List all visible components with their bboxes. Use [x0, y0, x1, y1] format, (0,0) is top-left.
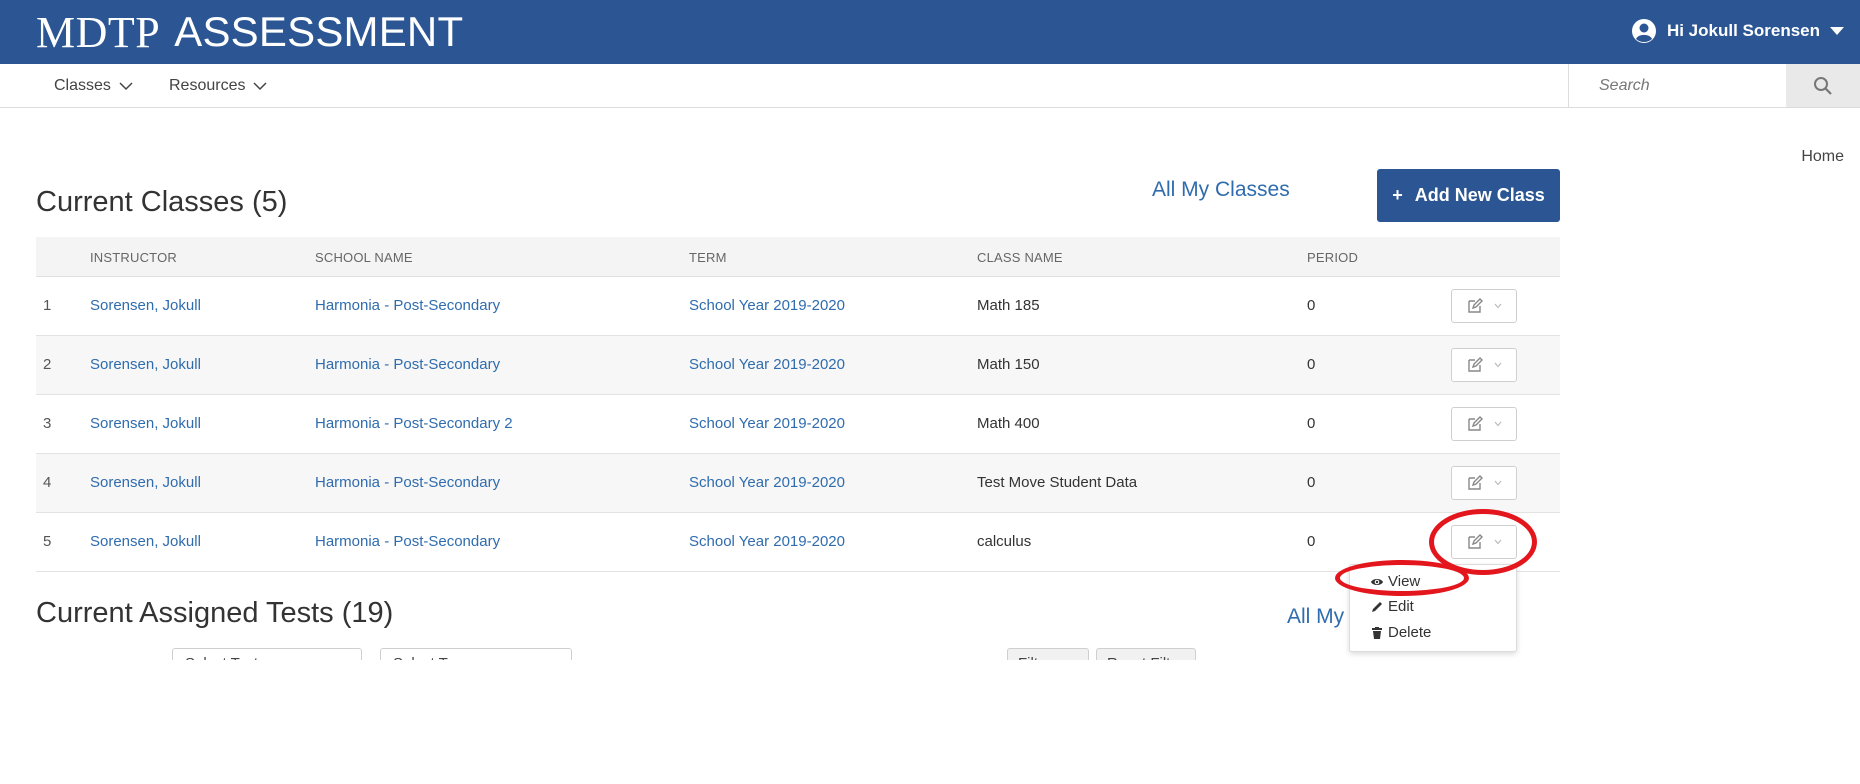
col-term[interactable]: TERM — [689, 250, 727, 265]
chevron-down-icon — [119, 82, 133, 91]
search-box — [1568, 64, 1860, 108]
school-link[interactable]: Harmonia - Post-Secondary 2 — [315, 415, 513, 432]
nav-classes-label: Classes — [54, 77, 111, 94]
brand-text-assessment: ASSESSMENT — [174, 8, 464, 55]
term-link[interactable]: School Year 2019-2020 — [689, 533, 845, 550]
all-my-tests-link[interactable]: All My — [1287, 605, 1344, 629]
row-number: 5 — [43, 533, 52, 550]
school-link[interactable]: Harmonia - Post-Secondary — [315, 474, 500, 491]
menu-item-view-label: View — [1388, 573, 1421, 590]
class-name: Test Move Student Data — [977, 474, 1138, 491]
col-instructor[interactable]: INSTRUCTOR — [90, 250, 177, 265]
period: 0 — [1307, 415, 1316, 432]
row-actions-button[interactable] — [1451, 466, 1517, 500]
user-menu[interactable]: Hi Jokull Sorensen — [1631, 18, 1844, 44]
add-new-class-label: Add New Class — [1414, 185, 1545, 205]
chevron-down-icon — [1494, 480, 1502, 486]
brand-text-mdtp: MDTP — [36, 7, 161, 57]
school-link[interactable]: Harmonia - Post-Secondary — [315, 356, 500, 373]
user-greeting: Hi Jokull Sorensen — [1666, 21, 1820, 40]
edit-icon — [1468, 357, 1483, 372]
chevron-down-icon — [1494, 362, 1502, 368]
chevron-down-icon — [1494, 421, 1502, 427]
trash-icon — [1372, 626, 1382, 639]
school-link[interactable]: Harmonia - Post-Secondary — [315, 533, 500, 550]
row-actions-menu: View Edit Delete — [1349, 564, 1517, 652]
brand-logo[interactable]: MDTP ASSESSMENT — [36, 6, 463, 58]
row-number: 3 — [43, 415, 52, 432]
period: 0 — [1307, 474, 1316, 491]
instructor-link[interactable]: Sorensen, Jokull — [90, 297, 201, 314]
bottom-cutoff — [0, 660, 1860, 784]
menu-item-delete-label: Delete — [1388, 624, 1432, 641]
period: 0 — [1307, 533, 1316, 550]
instructor-link[interactable]: Sorensen, Jokull — [90, 533, 201, 550]
class-name: calculus — [977, 533, 1032, 550]
table-row: 3 Sorensen, Jokull Harmonia - Post-Secon… — [36, 395, 1560, 454]
current-assigned-tests-title: Current Assigned Tests (19) — [36, 597, 394, 629]
col-class-name[interactable]: CLASS NAME — [977, 250, 1063, 265]
instructor-link[interactable]: Sorensen, Jokull — [90, 356, 201, 373]
add-new-class-button[interactable]: + Add New Class — [1377, 169, 1560, 222]
search-button[interactable] — [1786, 64, 1860, 107]
class-name: Math 150 — [977, 356, 1040, 373]
row-actions-button[interactable] — [1451, 407, 1517, 441]
col-period[interactable]: PERIOD — [1307, 250, 1358, 265]
search-icon — [1814, 76, 1832, 95]
term-link[interactable]: School Year 2019-2020 — [689, 474, 845, 491]
edit-icon — [1468, 298, 1483, 313]
term-link[interactable]: School Year 2019-2020 — [689, 297, 845, 314]
menu-item-edit-label: Edit — [1388, 598, 1414, 615]
chevron-down-icon — [253, 82, 268, 91]
chevron-down-icon — [1494, 539, 1502, 545]
instructor-link[interactable]: Sorensen, Jokull — [90, 415, 201, 432]
period: 0 — [1307, 297, 1316, 314]
table-row: 1 Sorensen, Jokull Harmonia - Post-Secon… — [36, 277, 1560, 336]
instructor-link[interactable]: Sorensen, Jokull — [90, 474, 201, 491]
pencil-icon — [1372, 601, 1382, 612]
all-my-classes-link[interactable]: All My Classes — [1152, 178, 1290, 202]
school-link[interactable]: Harmonia - Post-Secondary — [315, 297, 500, 314]
edit-icon — [1468, 534, 1483, 549]
chevron-down-icon — [1494, 303, 1502, 309]
menu-item-delete[interactable]: Delete — [1370, 624, 1431, 641]
col-school-name[interactable]: SCHOOL NAME — [315, 250, 413, 265]
term-link[interactable]: School Year 2019-2020 — [689, 356, 845, 373]
menu-item-view[interactable]: View — [1370, 573, 1420, 590]
row-actions-button[interactable] — [1451, 525, 1517, 559]
top-header-bar: MDTP ASSESSMENT Hi Jokull Sorensen — [0, 0, 1860, 64]
user-avatar-icon — [1631, 19, 1656, 43]
period: 0 — [1307, 356, 1316, 373]
table-row: 2 Sorensen, Jokull Harmonia - Post-Secon… — [36, 336, 1560, 395]
nav-classes[interactable]: Classes — [54, 77, 134, 95]
edit-icon — [1468, 475, 1483, 490]
row-number: 4 — [43, 474, 52, 491]
classes-table-header: INSTRUCTOR SCHOOL NAME TERM CLASS NAME P… — [36, 237, 1560, 277]
eye-icon — [1371, 578, 1383, 585]
class-name: Math 400 — [977, 415, 1040, 432]
row-actions-button[interactable] — [1451, 289, 1517, 323]
current-classes-title: Current Classes (5) — [36, 186, 288, 218]
nav-resources-label: Resources — [169, 77, 246, 94]
nav-resources[interactable]: Resources — [169, 77, 268, 95]
chevron-down-icon — [1830, 27, 1844, 35]
plus-icon: + — [1392, 185, 1403, 205]
row-actions-button[interactable] — [1451, 348, 1517, 382]
breadcrumb[interactable]: Home — [1801, 148, 1844, 166]
search-input[interactable] — [1569, 64, 1789, 107]
class-name: Math 185 — [977, 297, 1040, 314]
table-row: 5 Sorensen, Jokull Harmonia - Post-Secon… — [36, 513, 1560, 572]
menu-item-edit[interactable]: Edit — [1370, 598, 1414, 615]
edit-icon — [1468, 416, 1483, 431]
row-number: 1 — [43, 297, 52, 314]
term-link[interactable]: School Year 2019-2020 — [689, 415, 845, 432]
table-row: 4 Sorensen, Jokull Harmonia - Post-Secon… — [36, 454, 1560, 513]
row-number: 2 — [43, 356, 52, 373]
